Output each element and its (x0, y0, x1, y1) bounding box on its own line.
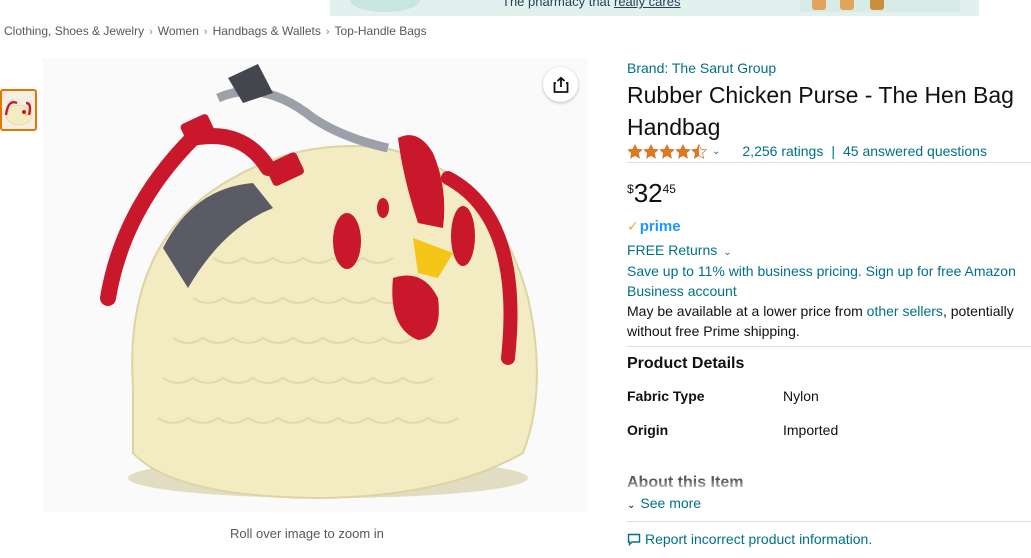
ad-product-image (800, 0, 960, 12)
star-icon (643, 143, 659, 159)
report-label: Report incorrect product information. (645, 531, 873, 547)
free-returns-label: FREE Returns (627, 242, 718, 258)
about-fade (627, 480, 1031, 492)
free-returns-link[interactable]: FREE Returns ⌄ (627, 242, 732, 258)
chevron-down-icon: ⌄ (627, 500, 636, 511)
separator: | (831, 143, 835, 159)
brand-link[interactable]: Brand: The Sarut Group (627, 60, 776, 76)
answered-questions-link[interactable]: 45 answered questions (843, 143, 987, 159)
image-thumbnail[interactable] (0, 89, 37, 131)
prime-label: prime (639, 218, 681, 235)
product-title: Rubber Chicken Purse - The Hen Bag Handb… (627, 82, 1014, 140)
prime-check-icon: ✓ (627, 218, 639, 234)
share-icon (553, 76, 568, 93)
breadcrumb-separator: › (203, 26, 208, 38)
breadcrumb-separator: › (149, 26, 153, 38)
detail-value-origin: Imported (783, 422, 839, 438)
price-whole: 32 (633, 178, 663, 208)
ad-text: The pharmacy that really cares (502, 0, 680, 9)
comment-icon (627, 533, 641, 546)
detail-label-origin: Origin (627, 422, 669, 438)
divider (627, 162, 1031, 163)
chevron-down-icon[interactable]: ⌄ (712, 146, 720, 157)
share-button[interactable] (543, 67, 578, 102)
rubber-chicken-purse-image (100, 64, 538, 500)
rating-row: ⌄ 2,256 ratings | 45 answered questions (627, 143, 987, 159)
report-link[interactable]: Report incorrect product information. (627, 531, 872, 547)
product-details-heading: Product Details (627, 355, 745, 372)
see-more-link[interactable]: ⌄ See more (627, 495, 701, 511)
other-sellers-link[interactable]: other sellers (867, 303, 943, 319)
star-icon (659, 143, 675, 159)
price-fraction: 45 (662, 182, 676, 196)
price: $3245 (627, 178, 676, 209)
availability-text: May be available at a lower price from o… (627, 301, 1029, 341)
star-icon (627, 143, 643, 159)
detail-value-fabric: Nylon (783, 388, 819, 404)
detail-label-fabric: Fabric Type (627, 388, 705, 404)
availability-prefix: May be available at a lower price from (627, 303, 867, 319)
business-pricing-link[interactable]: Save up to 11% with business pricing. Si… (627, 261, 1029, 301)
price-symbol: $ (627, 182, 634, 196)
breadcrumb-women[interactable]: Women (158, 24, 199, 38)
divider (627, 521, 1031, 522)
breadcrumb: Clothing, Shoes & Jewelry › Women › Handbags… (4, 24, 427, 38)
ratings-count-link[interactable]: 2,256 ratings (742, 143, 823, 159)
zoom-hint: Roll over image to zoom in (230, 526, 384, 541)
chicken-bag-thumbnail (4, 101, 33, 126)
half-star-icon (691, 143, 707, 159)
see-more-label: See more (640, 495, 702, 511)
ad-logo (350, 0, 420, 12)
ad-banner[interactable]: The pharmacy that really cares (330, 0, 979, 16)
breadcrumb-clothing[interactable]: Clothing, Shoes & Jewelry (4, 24, 144, 38)
star-rating[interactable] (627, 143, 707, 159)
breadcrumb-handbags[interactable]: Handbags & Wallets (213, 24, 321, 38)
ad-link[interactable]: really cares (614, 0, 680, 9)
chevron-down-icon: ⌄ (723, 247, 732, 258)
star-icon (675, 143, 691, 159)
main-product-image[interactable] (43, 58, 588, 512)
breadcrumb-separator: › (325, 26, 330, 38)
breadcrumb-top-handle[interactable]: Top-Handle Bags (335, 24, 427, 38)
prime-badge[interactable]: ✓ prime (627, 218, 681, 235)
divider (627, 346, 1031, 347)
